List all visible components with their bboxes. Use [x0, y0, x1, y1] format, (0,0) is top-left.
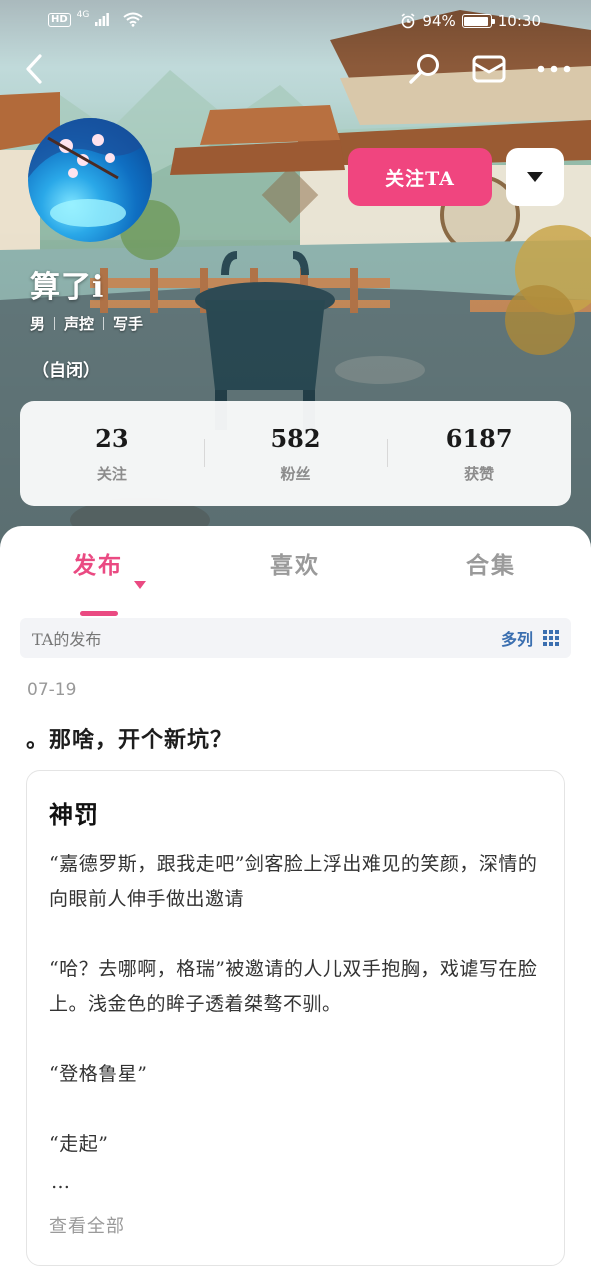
likes-label: 获赞 — [464, 464, 495, 483]
stat-following[interactable]: 23 关注 — [20, 401, 204, 506]
wifi-icon — [123, 12, 143, 27]
signal-icon — [95, 13, 110, 26]
view-all-link[interactable]: 查看全部 — [49, 1212, 125, 1238]
avatar-image — [28, 118, 152, 227]
article-title: 神罚 — [49, 800, 99, 829]
article-paragraph: “嘉德罗斯，跟我走吧”剑客脸上浮出难见的笑颜，深情的向眼前人伸手做出邀请 — [49, 853, 538, 910]
battery-percent: 94% — [422, 12, 456, 30]
more-icon — [537, 65, 571, 73]
profile-stats: 23 关注 582 粉丝 6187 获赞 — [20, 401, 571, 506]
follow-options-button[interactable] — [506, 148, 564, 206]
content-sheet: 发布 喜欢 合集 TA的发布 多列 07-19 。那啥，开个新坑？ 神罚 “嘉德… — [0, 526, 591, 1280]
article-body: “嘉德罗斯，跟我走吧”剑客脸上浮出难见的笑颜，深情的向眼前人伸手做出邀请 “哈？… — [49, 847, 545, 1162]
search-button[interactable] — [402, 47, 446, 91]
active-tab-indicator — [80, 611, 118, 616]
profile-tags: 男 声控 写手 — [30, 313, 143, 334]
clock: 10:30 — [497, 12, 541, 30]
back-button[interactable] — [12, 47, 56, 91]
tag-voice: 声控 — [64, 315, 95, 333]
caret-down-icon — [527, 172, 543, 182]
section-title: TA的发布 — [32, 630, 102, 649]
post-text[interactable]: 。那啥，开个新坑？ — [26, 722, 233, 754]
network-type: 4G — [76, 9, 90, 20]
grid-icon — [543, 630, 559, 646]
profile-bio: （自闭） — [32, 361, 100, 381]
article-paragraph: “登格鲁星” — [49, 1063, 148, 1085]
article-ellipsis: … — [51, 1171, 70, 1193]
stat-likes[interactable]: 6187 获赞 — [387, 401, 571, 506]
alarm-icon — [401, 13, 415, 29]
article-paragraph: “哈？去哪啊，格瑞”被邀请的人儿双手抱胸，戏谑写在脸上。浅金色的眸子透着桀骜不驯… — [49, 958, 538, 1015]
article-card[interactable]: 神罚 “嘉德罗斯，跟我走吧”剑客脸上浮出难见的笑颜，深情的向眼前人伸手做出邀请 … — [26, 770, 565, 1266]
section-header: TA的发布 多列 — [20, 618, 571, 658]
likes-count: 6187 — [445, 423, 513, 453]
tab-posts[interactable]: 发布 — [73, 546, 123, 580]
mail-icon — [472, 55, 506, 83]
tab-bar: 发布 喜欢 合集 — [0, 546, 591, 616]
hd-indicator: HD — [48, 12, 71, 27]
post-date: 07-19 — [27, 680, 77, 700]
search-icon — [409, 54, 439, 84]
more-button[interactable] — [532, 47, 576, 91]
followers-count: 582 — [270, 423, 321, 453]
tab-likes[interactable]: 喜欢 — [270, 546, 320, 580]
back-arrow-icon — [26, 54, 42, 84]
following-count: 23 — [95, 423, 129, 453]
tab-collections[interactable]: 合集 — [466, 546, 516, 580]
status-bar: HD 4G 94% 10:30 — [0, 0, 591, 44]
following-label: 关注 — [96, 464, 127, 483]
message-button[interactable] — [467, 47, 511, 91]
avatar[interactable] — [28, 118, 152, 242]
article-paragraph: “走起” — [49, 1133, 109, 1155]
username: 算了i — [30, 270, 105, 305]
follow-button[interactable]: 关注TA — [348, 148, 492, 206]
view-mode-label: 多列 — [500, 630, 533, 649]
tag-gender: 男 — [30, 315, 46, 333]
battery-icon — [461, 14, 495, 28]
stat-followers[interactable]: 582 粉丝 — [203, 401, 388, 506]
tag-writer: 写手 — [113, 315, 144, 333]
view-mode-toggle[interactable]: 多列 — [501, 626, 559, 650]
followers-label: 粉丝 — [280, 464, 311, 483]
tab-filter-caret-icon[interactable] — [133, 580, 147, 590]
